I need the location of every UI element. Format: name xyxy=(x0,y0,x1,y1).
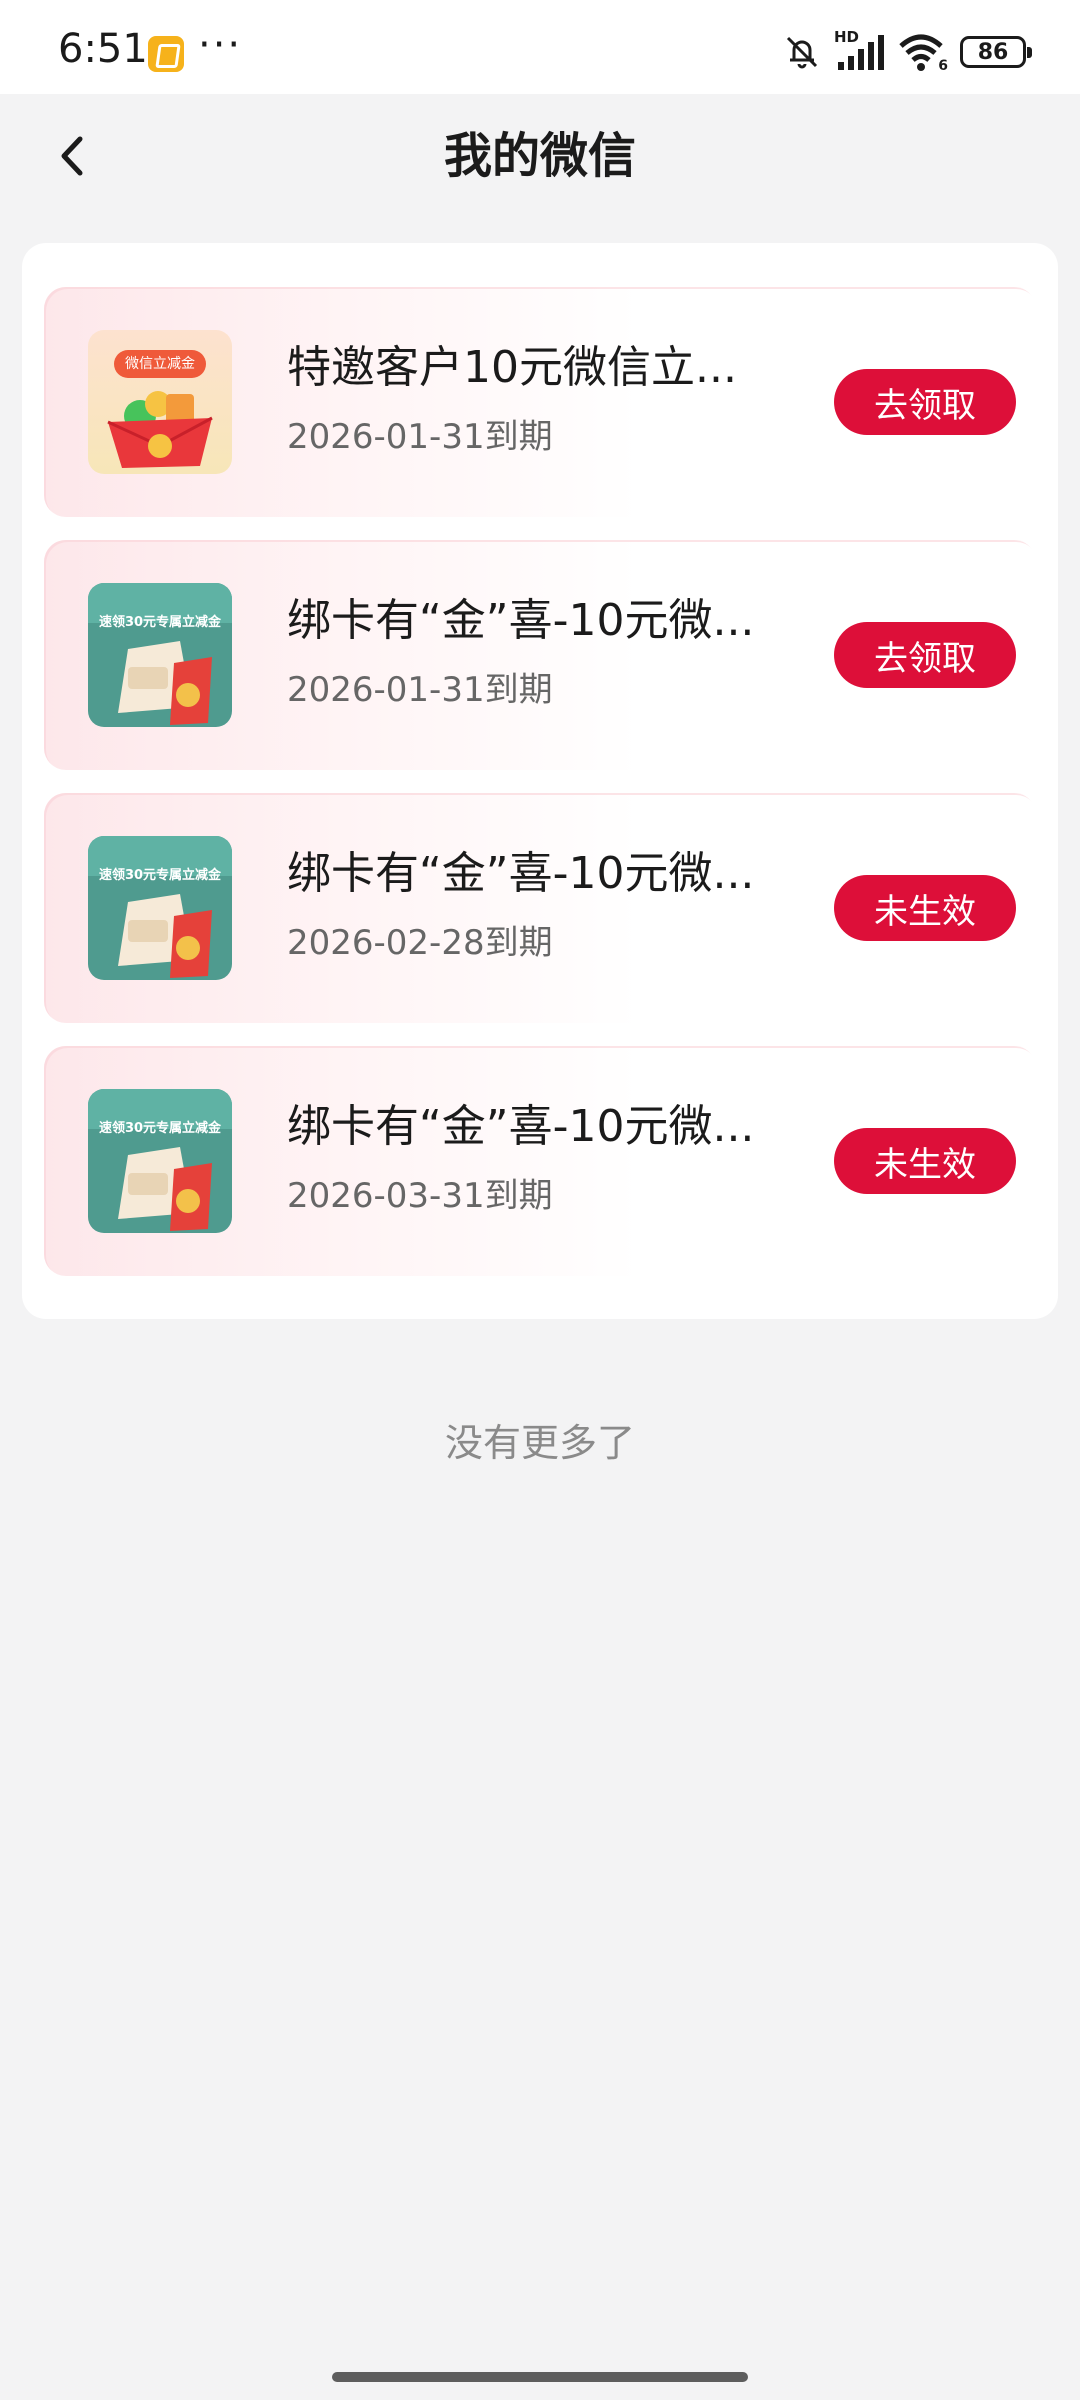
claim-button[interactable]: 去领取 xyxy=(834,369,1016,435)
status-time: 6:51 xyxy=(58,26,148,72)
coupon-item[interactable]: 速领30元专属立减金 绑卡有“金”喜-10元微... 2026-01-31到期 … xyxy=(44,540,1036,770)
coupon-title: 特邀客户10元微信立... xyxy=(287,342,737,393)
battery-level: 86 xyxy=(977,39,1009,65)
coupon-item[interactable]: 速领30元专属立减金 绑卡有“金”喜-10元微... 2026-02-28到期 … xyxy=(44,793,1036,1023)
home-indicator[interactable] xyxy=(332,2372,748,2382)
battery-icon: 86 xyxy=(960,36,1032,68)
wechat-red-envelope-thumbnail: 微信立减金 xyxy=(88,330,232,474)
coupon-item[interactable]: 微信立减金 特邀客户10元微信立... 2026-01-31到期 去领取 xyxy=(44,287,1036,517)
claim-button[interactable]: 去领取 xyxy=(834,622,1016,688)
thumb-label: 速领30元专属立减金 xyxy=(98,615,222,630)
bank-voucher-thumbnail: 速领30元专属立减金 xyxy=(88,836,232,980)
status-bar: 6:51 ··· HD 6 86 xyxy=(0,0,1080,94)
status-icons: HD 6 86 xyxy=(782,28,1032,74)
signal-bars-icon xyxy=(838,35,884,70)
notes-app-icon xyxy=(148,36,184,72)
coupon-title: 绑卡有“金”喜-10元微... xyxy=(287,595,755,646)
coupon-list-card: 微信立减金 特邀客户10元微信立... 2026-01-31到期 去领取 速领3… xyxy=(22,243,1058,1319)
voucher-image xyxy=(88,1089,232,1233)
coupon-title: 绑卡有“金”喜-10元微... xyxy=(287,848,755,899)
voucher-image xyxy=(88,836,232,980)
thumb-label: 微信立减金 xyxy=(125,356,195,372)
page-title: 我的微信 xyxy=(443,128,636,184)
coupon-title: 绑卡有“金”喜-10元微... xyxy=(287,1101,755,1152)
bank-voucher-thumbnail: 速领30元专属立减金 xyxy=(88,1089,232,1233)
mute-bell-icon xyxy=(786,36,818,69)
status-more-icon: ··· xyxy=(198,22,243,68)
wifi-icon: 6 xyxy=(898,32,948,74)
not-active-button[interactable]: 未生效 xyxy=(834,875,1016,941)
voucher-image xyxy=(88,583,232,727)
coupon-expiry: 2026-01-31到期 xyxy=(287,417,553,457)
signal-hd-icon: HD xyxy=(834,28,886,72)
coupon-expiry: 2026-03-31到期 xyxy=(287,1176,553,1216)
thumb-label: 速领30元专属立减金 xyxy=(98,1121,222,1136)
coupon-item[interactable]: 速领30元专属立减金 绑卡有“金”喜-10元微... 2026-03-31到期 … xyxy=(44,1046,1036,1276)
no-more-text: 没有更多了 xyxy=(444,1421,635,1465)
coupon-expiry: 2026-01-31到期 xyxy=(287,670,553,710)
bank-voucher-thumbnail: 速领30元专属立减金 xyxy=(88,583,232,727)
nav-bar: 我的微信 xyxy=(0,94,1080,218)
wifi-badge: 6 xyxy=(938,58,948,74)
thumb-label: 速领30元专属立减金 xyxy=(98,868,222,883)
not-active-button[interactable]: 未生效 xyxy=(834,1128,1016,1194)
coupon-expiry: 2026-02-28到期 xyxy=(287,923,553,963)
